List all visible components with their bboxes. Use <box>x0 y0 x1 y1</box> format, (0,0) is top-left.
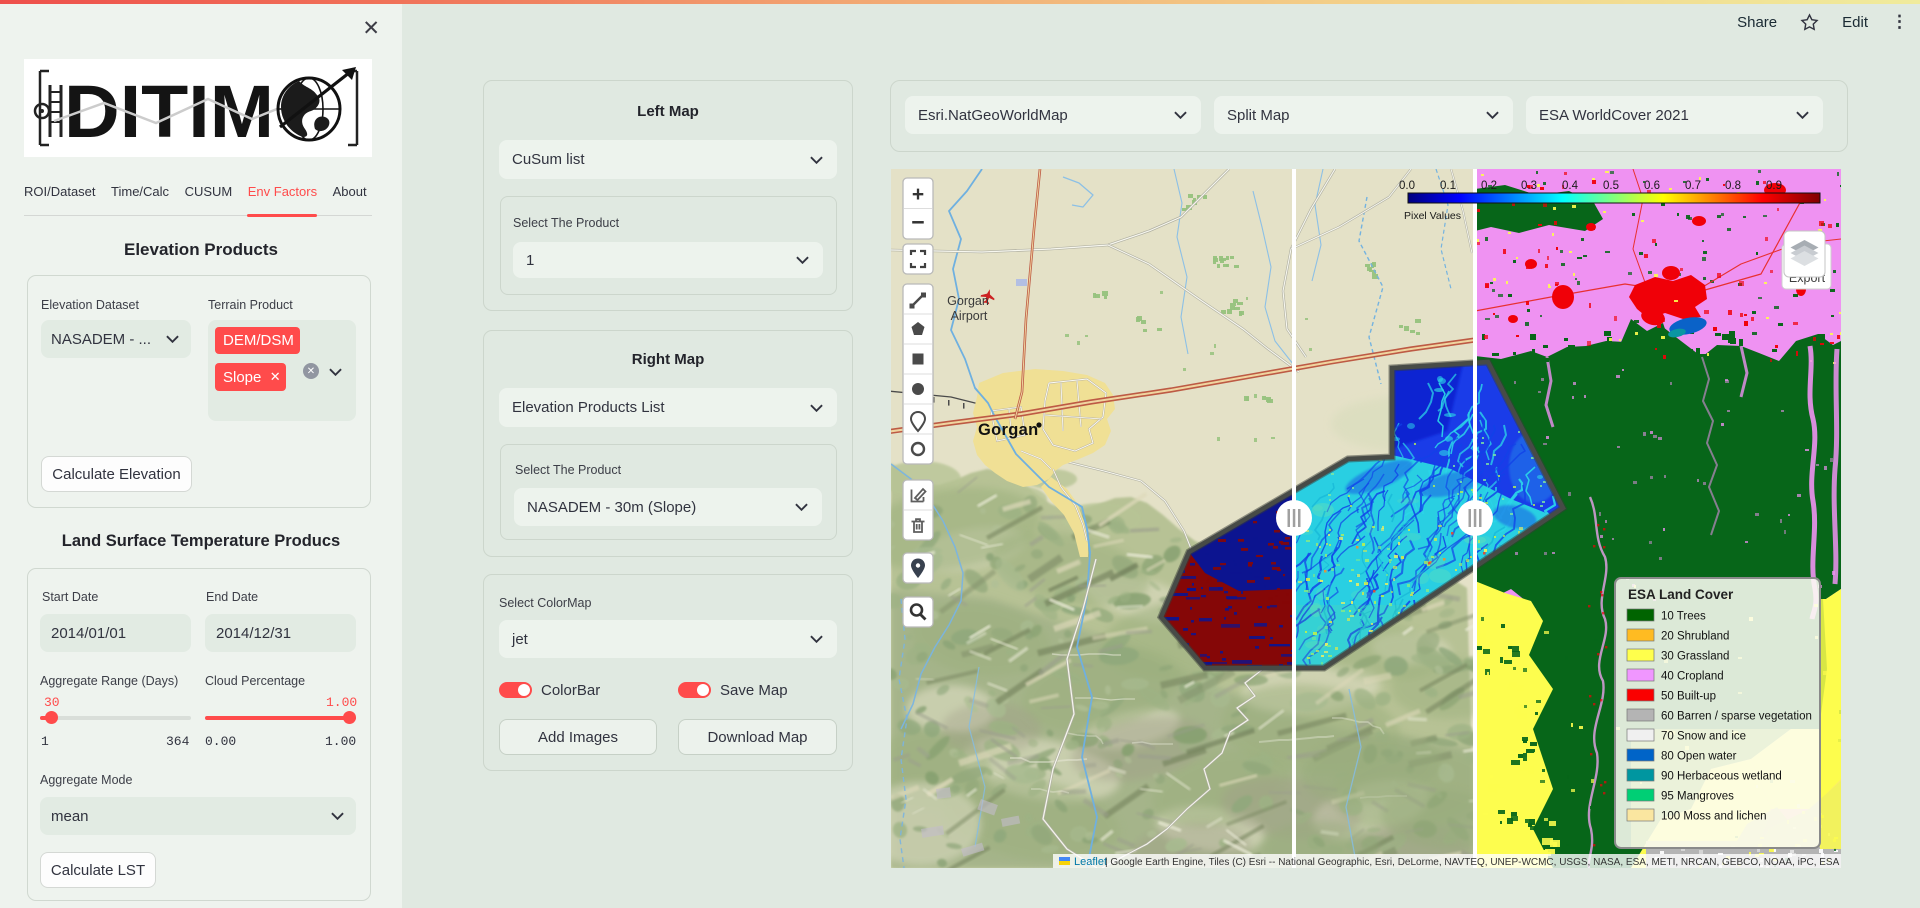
svg-text:30 Grassland: 30 Grassland <box>1661 651 1729 663</box>
svg-text:| Google Earth Engine, Tiles (: | Google Earth Engine, Tiles (C) Esri --… <box>1105 857 1840 868</box>
svg-text:0.0: 0.0 <box>1399 180 1415 192</box>
svg-text:0.7: 0.7 <box>1685 180 1701 192</box>
svg-text:Gorgan: Gorgan <box>947 294 989 308</box>
svg-text:0.3: 0.3 <box>1521 180 1537 192</box>
svg-text:0.4: 0.4 <box>1562 180 1579 192</box>
svg-text:Leaflet: Leaflet <box>1074 856 1107 868</box>
svg-text:0.8: 0.8 <box>1725 180 1741 192</box>
svg-text:60 Barren / sparse vegetation: 60 Barren / sparse vegetation <box>1661 711 1812 723</box>
svg-text:Pixel Values: Pixel Values <box>1404 210 1461 222</box>
svg-text:0.1: 0.1 <box>1440 180 1456 192</box>
svg-text:Airport: Airport <box>951 309 988 323</box>
svg-text:DITIM: DITIM <box>64 70 274 153</box>
svg-text:0.9: 0.9 <box>1766 180 1782 192</box>
svg-text:0.6: 0.6 <box>1644 180 1660 192</box>
svg-text:ESA Land Cover: ESA Land Cover <box>1628 587 1734 602</box>
svg-text:−: − <box>911 209 924 235</box>
svg-text:10 Trees: 10 Trees <box>1661 611 1706 623</box>
svg-text:0.5: 0.5 <box>1603 180 1619 192</box>
svg-text:90 Herbaceous wetland: 90 Herbaceous wetland <box>1661 771 1782 783</box>
svg-text:0.2: 0.2 <box>1481 180 1497 192</box>
svg-text:50 Built-up: 50 Built-up <box>1661 691 1716 703</box>
svg-text:70 Snow and ice: 70 Snow and ice <box>1661 731 1746 743</box>
svg-text:20 Shrubland: 20 Shrubland <box>1661 631 1729 643</box>
svg-text:+: + <box>912 183 924 206</box>
svg-text:40 Cropland: 40 Cropland <box>1661 671 1724 683</box>
svg-text:80 Open water: 80 Open water <box>1661 751 1737 763</box>
svg-text:95 Mangroves: 95 Mangroves <box>1661 791 1734 803</box>
svg-text:Gorgan: Gorgan <box>978 421 1038 439</box>
svg-text:100 Moss and lichen: 100 Moss and lichen <box>1661 811 1766 823</box>
